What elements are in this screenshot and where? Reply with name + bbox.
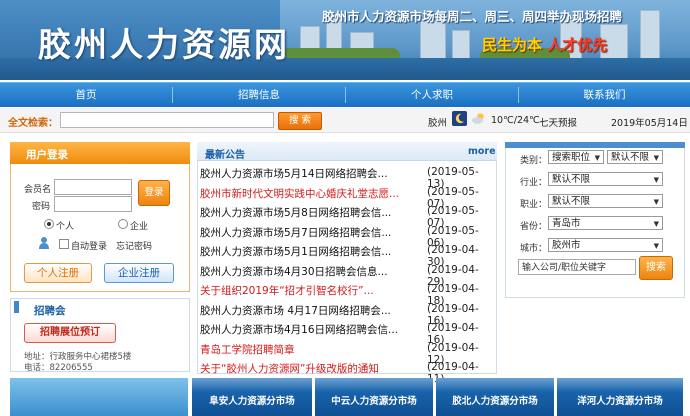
current-date: 2019年05月14日	[611, 118, 688, 129]
chevron-down-icon: ▼	[653, 220, 659, 228]
news-item-title[interactable]: 关于组织2019年“招才引智名校行”...	[200, 283, 422, 298]
job-fair-marker	[14, 301, 19, 313]
news-item-title[interactable]: 胶州人力资源市场5月7日网络招聘会信...	[200, 225, 422, 240]
news-item: 胶州人力资源市场 4月17日网络招聘会... (2019-04-16)	[199, 300, 491, 327]
banner-notice: 胶州市人力资源市场每周二、周三、周四举办现场招聘	[322, 9, 623, 24]
news-item: 胶州人力资源市场5月8日网络招聘会信... (2019-05-07)	[199, 202, 491, 229]
personal-register-button[interactable]: 个人注册	[24, 263, 92, 283]
login-button[interactable]: 登录	[138, 180, 170, 206]
main-nav: 首页 招聘信息 个人求职 联系我们	[0, 82, 690, 107]
banner-building	[420, 20, 446, 62]
company-register-button[interactable]: 企业注册	[104, 263, 174, 283]
news-item: 青岛工学院招聘简章 (2019-04-12)	[199, 339, 491, 366]
nav-home[interactable]: 首页	[0, 83, 172, 107]
member-label: 会员名	[24, 185, 52, 195]
radio-personal[interactable]	[44, 219, 54, 229]
industry-label: 行业：	[520, 178, 548, 188]
branch-fuan[interactable]: 阜安人力资源分市场	[192, 378, 312, 416]
news-item-title[interactable]: 胶州市新时代文明实践中心婚庆礼堂志愿...	[200, 186, 422, 201]
news-item: 胶州人力资源市场4月16日网络招聘会信... (2019-04-16)	[199, 319, 491, 346]
branch-yanghe[interactable]: 洋河人力资源分市场	[557, 378, 683, 416]
category-limit-value: 默认不限	[611, 152, 650, 163]
category-label: 类别：	[520, 156, 548, 166]
member-input[interactable]	[54, 179, 132, 195]
news-item: 胶州人力资源市场5月1日网络招聘会信... (2019-04-30)	[199, 241, 491, 268]
news-title: 最新公告	[205, 150, 245, 161]
news-item: 胶州人力资源市场4月30日招聘会信息... (2019-04-29)	[199, 261, 491, 288]
search-input[interactable]	[60, 112, 274, 128]
news-item-title[interactable]: 胶州人力资源市场5月8日网络招聘会信...	[200, 205, 422, 220]
chevron-down-icon: ▼	[653, 176, 659, 184]
news-item-title[interactable]: 关于“胶州人力资源网”升级改版的通知	[200, 361, 422, 376]
news-item-title[interactable]: 胶州人力资源市场5月14日网络招聘会...	[200, 166, 422, 181]
industry-select[interactable]: 默认不限 ▼	[548, 172, 663, 186]
nav-contact[interactable]: 联系我们	[519, 83, 690, 107]
category-limit-select[interactable]: 默认不限 ▼	[607, 150, 663, 164]
chevron-down-icon: ▼	[653, 242, 659, 250]
keyword-input[interactable]: 输入公司/职位关键字	[518, 259, 636, 275]
province-select-value: 青岛市	[552, 218, 581, 229]
chevron-down-icon: ▼	[653, 154, 659, 162]
branch-zhongyun[interactable]: 中云人力资源分市场	[315, 378, 433, 416]
nav-jobs[interactable]: 招聘信息	[173, 83, 345, 107]
slogan-part1: 民生为本	[482, 36, 543, 54]
banner-slogan: 民生为本 人才优先	[482, 34, 607, 55]
province-label: 省份：	[520, 222, 548, 232]
city-label: 城市：	[520, 244, 548, 254]
radio-personal-label: 个人	[56, 222, 75, 232]
position-label: 职业：	[520, 200, 548, 210]
news-item: 胶州市新时代文明实践中心婚庆礼堂志愿... (2019-05-07)	[199, 183, 491, 210]
search-button[interactable]: 搜 索	[278, 112, 322, 130]
industry-select-value: 默认不限	[552, 174, 591, 185]
site-title: 胶州人力资源网	[38, 25, 290, 64]
user-icon	[39, 237, 49, 249]
news-item-title[interactable]: 青岛工学院招聘简章	[200, 342, 422, 357]
branch-jiaobei[interactable]: 胶北人力资源分市场	[436, 378, 554, 416]
chevron-down-icon: ▼	[594, 154, 600, 162]
job-search-panel-header	[505, 142, 685, 148]
city-select-value: 胶州市	[552, 240, 581, 251]
forgot-password-link[interactable]: 忘记密码	[116, 239, 152, 252]
news-item: 关于组织2019年“招才引智名校行”... (2019-04-18)	[199, 280, 491, 307]
auto-login-checkbox[interactable]	[59, 239, 69, 249]
auto-login-label: 自动登录	[71, 242, 108, 252]
news-more-link[interactable]: more	[468, 146, 496, 157]
position-select-value: 默认不限	[552, 196, 591, 207]
moon-icon	[452, 111, 467, 126]
slogan-part2: 人才优先	[547, 36, 608, 54]
category-select-value: 搜索职位	[552, 152, 591, 163]
forecast-link[interactable]: 七天预报	[539, 115, 577, 129]
city-select[interactable]: 胶州市 ▼	[548, 238, 663, 252]
password-input[interactable]	[54, 196, 132, 212]
category-select[interactable]: 搜索职位 ▼	[548, 150, 604, 164]
news-item: 关于“胶州人力资源网”升级改版的通知(2019-04-11)	[199, 358, 491, 385]
radio-company[interactable]	[118, 219, 128, 229]
chevron-down-icon: ▼	[653, 198, 659, 206]
nav-job-seeking[interactable]: 个人求职	[346, 83, 518, 107]
news-item-title[interactable]: 胶州人力资源市场4月30日招聘会信息...	[200, 264, 422, 279]
password-label: 密码	[32, 202, 51, 212]
weather-city: 胶州	[428, 118, 448, 129]
job-search-button[interactable]: 搜索	[639, 256, 673, 280]
news-item: 胶州人力资源市场5月14日网络招聘会... (2019-05-13)	[199, 163, 491, 190]
promo-image[interactable]	[10, 378, 188, 416]
weather-temperature: 10℃/24℃	[491, 115, 540, 126]
cloud-icon	[471, 113, 484, 124]
job-fair-title: 招聘会	[34, 305, 66, 317]
search-label: 全文检索：	[8, 118, 58, 129]
news-item: 胶州人力资源市场5月7日网络招聘会信... (2019-05-06)	[199, 222, 491, 249]
login-title: 用户登录	[26, 149, 68, 161]
province-select[interactable]: 青岛市 ▼	[548, 216, 663, 230]
banner-building	[640, 10, 660, 62]
position-select[interactable]: 默认不限 ▼	[548, 194, 663, 208]
news-item-title[interactable]: 胶州人力资源市场5月1日网络招聘会信...	[200, 244, 422, 259]
news-item-title[interactable]: 胶州人力资源市场 4月17日网络招聘会...	[200, 303, 422, 318]
job-fair-phone: 电话：82206555	[24, 363, 93, 373]
radio-company-label: 企业	[130, 222, 149, 232]
news-item-title[interactable]: 胶州人力资源市场4月16日网络招聘会信...	[200, 322, 422, 337]
booth-booking-button[interactable]: 招聘展位预订	[24, 323, 116, 343]
